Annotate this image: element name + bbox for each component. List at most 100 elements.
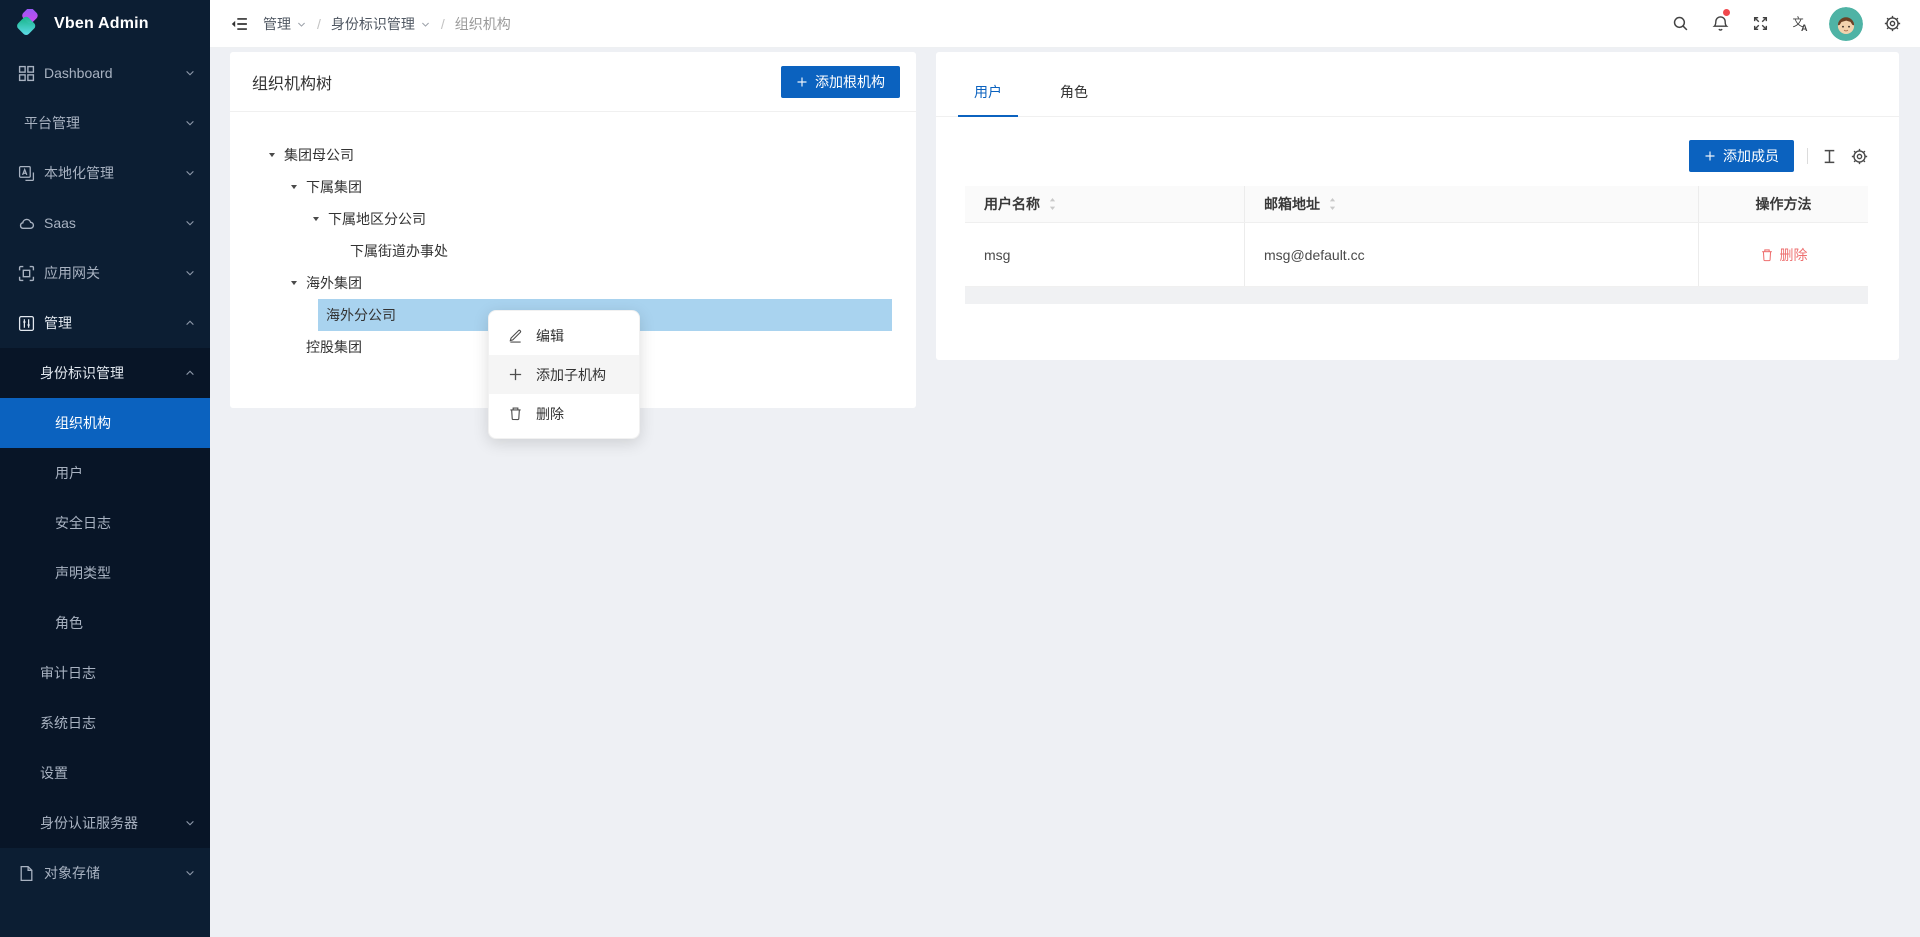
column-header-username[interactable]: 用户名称 bbox=[965, 186, 1245, 222]
org-tree-panel-header: 组织机构树 添加根机构 bbox=[230, 52, 916, 112]
sidebar-item-app-gateway[interactable]: 应用网关 bbox=[0, 248, 210, 298]
sidebar-item-users[interactable]: 用户 bbox=[0, 448, 210, 498]
tree-expander-caret-icon[interactable] bbox=[282, 171, 306, 203]
table-settings-gear-icon[interactable] bbox=[1851, 148, 1868, 165]
sidebar-item-identity-servers[interactable]: 身份认证服务器 bbox=[0, 798, 210, 848]
search-icon bbox=[1672, 15, 1689, 32]
add-member-label: 添加成员 bbox=[1723, 146, 1779, 166]
tree-node-overseas-group[interactable]: 海外集团 bbox=[230, 267, 916, 299]
sidebar-collapse-icon[interactable] bbox=[230, 15, 248, 33]
username-value: msg bbox=[984, 247, 1010, 263]
sidebar-item-organizations[interactable]: 组织机构 bbox=[0, 398, 210, 448]
tree-node-group-parent-company[interactable]: 集团母公司 bbox=[230, 139, 916, 171]
tree-node-label: 海外集团 bbox=[306, 273, 362, 293]
tab-label: 用户 bbox=[974, 82, 1002, 102]
table-scrollbar[interactable] bbox=[965, 287, 1868, 304]
sorter-icon bbox=[1047, 197, 1058, 211]
table-row: msgmsg@default.cc删除 bbox=[965, 223, 1868, 287]
sidebar-item-label: Saas bbox=[44, 215, 76, 231]
sidebar-item-label: 声明类型 bbox=[55, 563, 111, 583]
context-menu-item-edit[interactable]: 编辑 bbox=[489, 316, 639, 355]
sidebar-item-management[interactable]: 管理 bbox=[0, 298, 210, 348]
bell-icon bbox=[1712, 15, 1729, 32]
gear-icon bbox=[1884, 15, 1901, 32]
delete-member-button[interactable]: 删除 bbox=[1699, 223, 1868, 286]
context-menu-item-add-child-org[interactable]: 添加子机构 bbox=[489, 355, 639, 394]
sidebar-item-platform-management[interactable]: 平台管理 bbox=[0, 98, 210, 148]
column-header-label: 操作方法 bbox=[1756, 194, 1812, 214]
tree-caret-spacer bbox=[326, 235, 350, 267]
settings-button[interactable] bbox=[1872, 0, 1912, 48]
vben-logo-icon bbox=[13, 9, 45, 39]
breadcrumb-item-management[interactable]: 管理 bbox=[263, 14, 307, 34]
sidebar-item-object-storage[interactable]: 对象存储 bbox=[0, 848, 210, 898]
table-body: msgmsg@default.cc删除 bbox=[965, 223, 1868, 287]
add-member-button[interactable]: 添加成员 bbox=[1689, 140, 1794, 172]
notifications-button[interactable] bbox=[1700, 0, 1740, 48]
dashboard-icon bbox=[18, 65, 35, 82]
cell-username: msg bbox=[965, 223, 1245, 286]
tab-roles[interactable]: 角色 bbox=[1044, 68, 1104, 116]
plus-icon bbox=[508, 367, 523, 382]
sidebar: Vben Admin Dashboard 平台管理本地化管理 Saas 应用网关管理身… bbox=[0, 0, 210, 937]
tree-node-regional-branch[interactable]: 下属地区分公司 bbox=[230, 203, 916, 235]
language-button[interactable]: 文A bbox=[1780, 0, 1820, 48]
sidebar-item-label: Dashboard bbox=[44, 65, 113, 81]
user-avatar[interactable] bbox=[1829, 7, 1863, 41]
sidebar-item-security-logs[interactable]: 安全日志 bbox=[0, 498, 210, 548]
sidebar-item-claim-types[interactable]: 声明类型 bbox=[0, 548, 210, 598]
tree-node-street-office[interactable]: 下属街道办事处 bbox=[230, 235, 916, 267]
add-root-org-button[interactable]: 添加根机构 bbox=[781, 66, 900, 98]
row-height-icon[interactable] bbox=[1821, 148, 1838, 165]
breadcrumb-item-organizations[interactable]: 组织机构 bbox=[455, 14, 511, 34]
sidebar-item-label: 身份认证服务器 bbox=[40, 813, 138, 833]
chevron-down-icon bbox=[184, 167, 196, 179]
tab-users[interactable]: 用户 bbox=[958, 68, 1018, 116]
header-left: 管理/身份标识管理/组织机构 bbox=[210, 14, 1660, 34]
chevron-up-icon bbox=[184, 367, 196, 379]
sidebar-item-label: 角色 bbox=[55, 613, 83, 633]
column-header-email[interactable]: 邮箱地址 bbox=[1245, 186, 1699, 222]
delete-member-label: 删除 bbox=[1780, 245, 1808, 265]
fullscreen-button[interactable] bbox=[1740, 0, 1780, 48]
app-logo[interactable]: Vben Admin bbox=[0, 0, 210, 48]
breadcrumb: 管理/身份标识管理/组织机构 bbox=[263, 14, 511, 34]
sidebar-item-localization-management[interactable]: 本地化管理 bbox=[0, 148, 210, 198]
storage-icon bbox=[18, 865, 35, 882]
chevron-down-icon bbox=[184, 117, 196, 129]
sidebar-item-roles[interactable]: 角色 bbox=[0, 598, 210, 648]
context-menu-item-label: 添加子机构 bbox=[536, 365, 606, 385]
sidebar-item-label: 管理 bbox=[44, 313, 72, 333]
table-toolbar: 添加成员 bbox=[936, 141, 1868, 171]
sidebar-item-dashboard[interactable]: Dashboard bbox=[0, 48, 210, 98]
sidebar-item-label: 对象存储 bbox=[44, 863, 100, 883]
sidebar-item-saas[interactable]: Saas bbox=[0, 198, 210, 248]
sidebar-item-audit-logs[interactable]: 审计日志 bbox=[0, 648, 210, 698]
sidebar-item-system-logs[interactable]: 系统日志 bbox=[0, 698, 210, 748]
plus-icon bbox=[1704, 150, 1716, 162]
sidebar-item-settings[interactable]: 设置 bbox=[0, 748, 210, 798]
sidebar-item-label: 审计日志 bbox=[40, 663, 96, 683]
tree-node-subsidiary-group[interactable]: 下属集团 bbox=[230, 171, 916, 203]
context-menu-item-delete[interactable]: 删除 bbox=[489, 394, 639, 433]
sidebar-item-label: 系统日志 bbox=[40, 713, 96, 733]
sidebar-item-label: 安全日志 bbox=[55, 513, 111, 533]
chevron-down-icon bbox=[420, 19, 431, 30]
breadcrumb-separator: / bbox=[317, 16, 321, 32]
notification-badge-dot bbox=[1723, 9, 1730, 16]
tree-expander-caret-icon[interactable] bbox=[260, 139, 284, 171]
context-menu: 编辑添加子机构删除 bbox=[488, 310, 640, 439]
tree-node-label: 下属街道办事处 bbox=[350, 241, 448, 261]
search-button[interactable] bbox=[1660, 0, 1700, 48]
context-menu-item-label: 编辑 bbox=[536, 326, 564, 346]
chevron-down-icon bbox=[184, 867, 196, 879]
tree-node-label: 下属集团 bbox=[306, 177, 362, 197]
tree-node-label: 海外分公司 bbox=[326, 305, 396, 325]
tree-expander-caret-icon[interactable] bbox=[304, 203, 328, 235]
breadcrumb-item-identity-management[interactable]: 身份标识管理 bbox=[331, 14, 431, 34]
context-menu-item-label: 删除 bbox=[536, 404, 564, 424]
tree-expander-caret-icon[interactable] bbox=[282, 267, 306, 299]
sidebar-item-identity-management[interactable]: 身份标识管理 bbox=[0, 348, 210, 398]
chevron-down-icon bbox=[184, 67, 196, 79]
trash-icon bbox=[508, 406, 523, 421]
